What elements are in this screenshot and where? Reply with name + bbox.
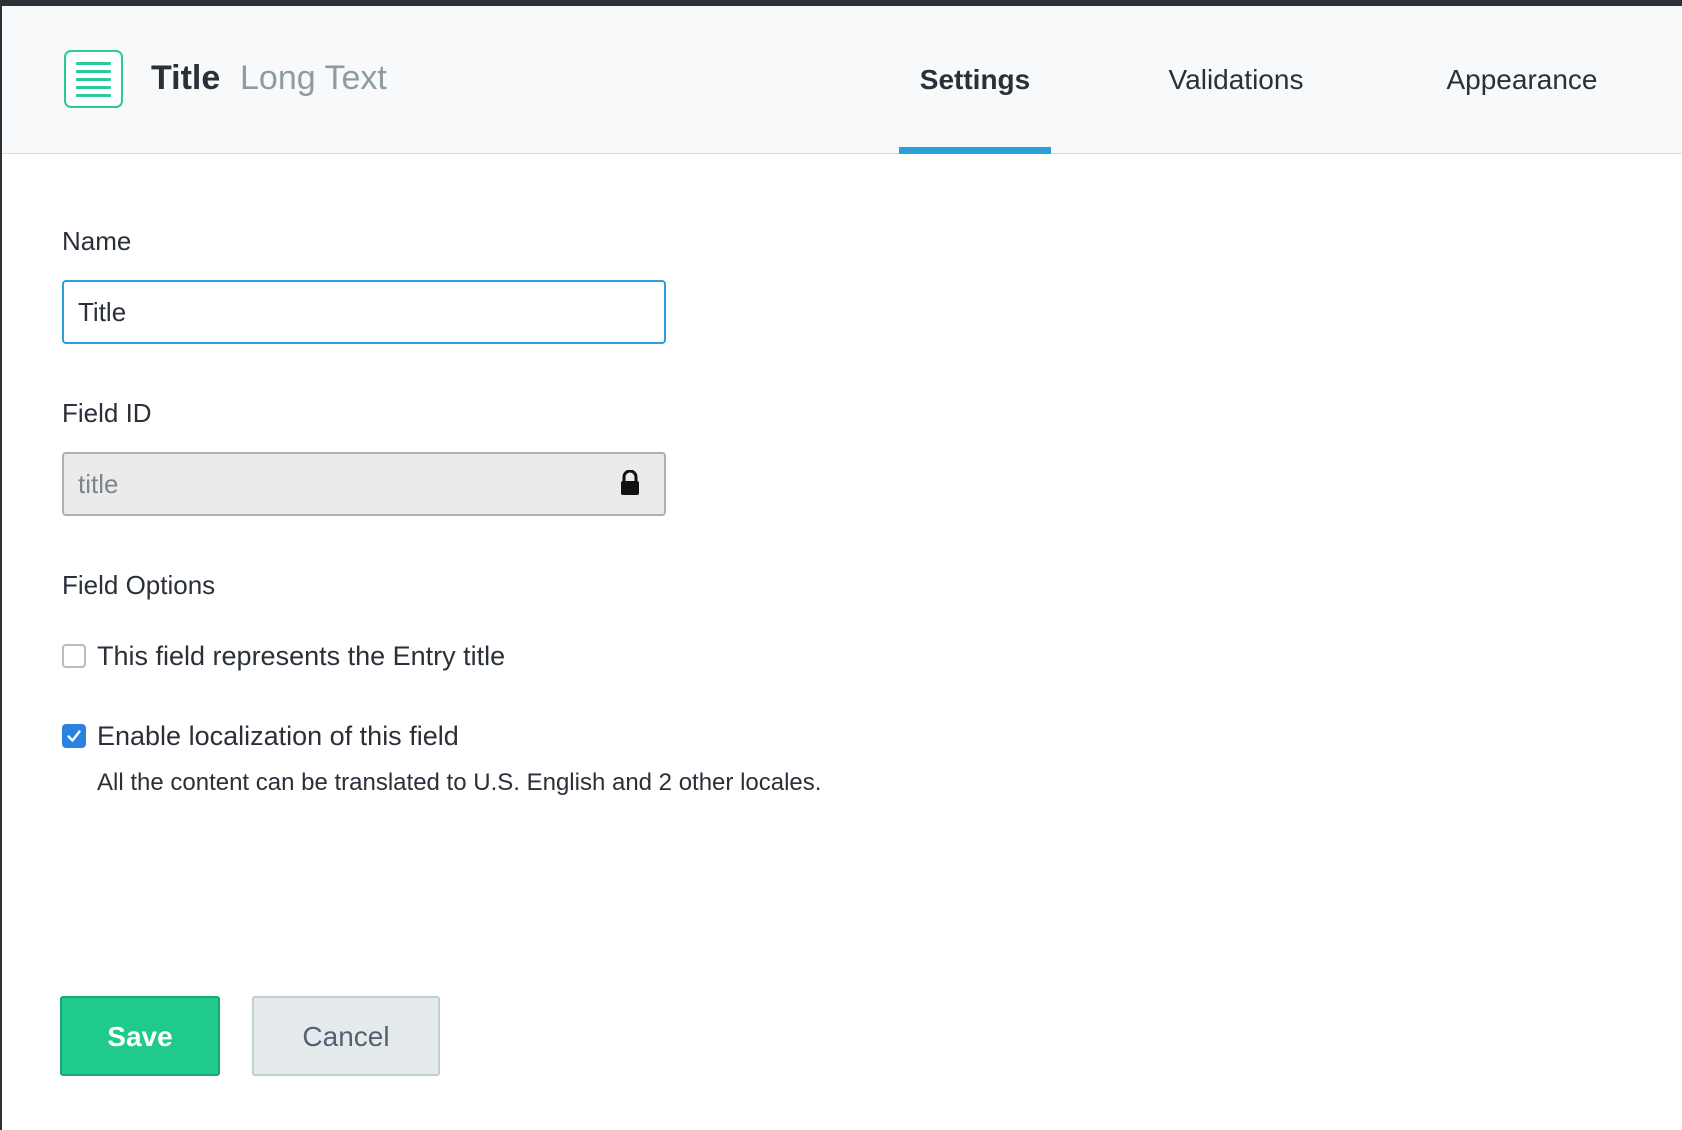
checkmark-icon [67, 730, 81, 742]
long-text-icon-line [76, 70, 111, 73]
name-label: Name [62, 226, 132, 256]
tab-settings-label: Settings [919, 64, 1031, 95]
long-text-icon-line [76, 94, 111, 97]
long-text-icon-line [76, 78, 111, 81]
field-id-field [62, 452, 666, 516]
field-editor-header: Title Long Text Settings Validations App… [2, 6, 1682, 154]
field-id-label: Field ID [62, 398, 152, 428]
long-text-icon-line [76, 62, 111, 65]
entry-title-option-label: This field represents the Entry title [97, 641, 506, 671]
tab-appearance[interactable]: Appearance [1432, 6, 1612, 154]
lock-icon [621, 470, 639, 495]
field-options-label: Field Options [62, 570, 216, 600]
localization-help-text: All the content can be translated to U.S… [97, 769, 822, 796]
localization-checkbox[interactable] [62, 724, 86, 748]
field-title: Title [151, 59, 221, 97]
active-tab-indicator [899, 147, 1051, 154]
save-button[interactable]: Save [60, 996, 220, 1076]
cancel-button[interactable]: Cancel [252, 996, 440, 1076]
tab-settings[interactable]: Settings [899, 6, 1051, 154]
tab-appearance-label: Appearance [1446, 64, 1598, 95]
name-input[interactable] [62, 280, 666, 344]
localization-option-label: Enable localization of this field [97, 721, 459, 751]
field-type-label: Long Text [240, 59, 387, 97]
window-left-edge [0, 6, 2, 1130]
long-text-icon [64, 50, 123, 108]
tab-validations-label: Validations [1168, 64, 1304, 95]
long-text-icon-line [76, 86, 111, 89]
entry-title-checkbox[interactable] [62, 644, 86, 668]
tab-validations[interactable]: Validations [1156, 6, 1316, 154]
field-id-input [64, 454, 604, 514]
